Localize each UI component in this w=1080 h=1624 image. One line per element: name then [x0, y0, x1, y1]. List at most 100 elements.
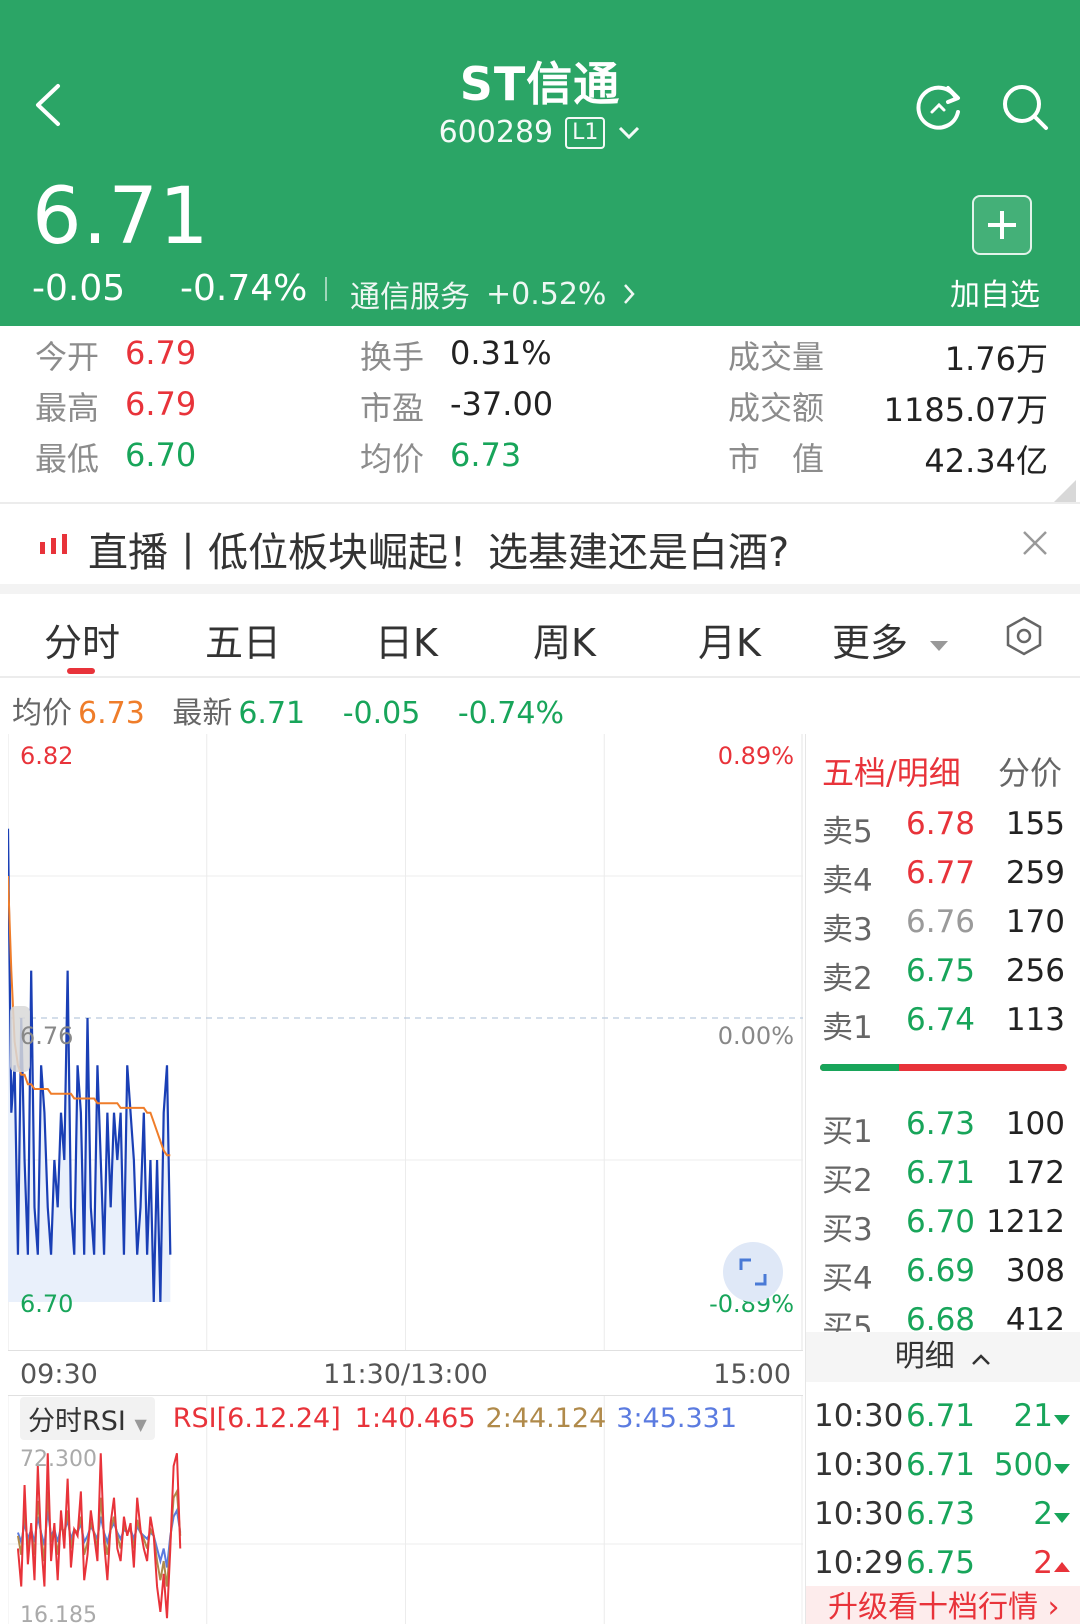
price-distribution-tab[interactable]: 分价 — [998, 748, 1062, 794]
tab-weekly-k[interactable]: 周K — [533, 612, 596, 667]
tick-time: 10:29 — [814, 1545, 904, 1581]
amount-value: 1185.07万 — [883, 391, 1048, 429]
bid-row[interactable]: 买3 6.70 1212 — [806, 1198, 1080, 1248]
search-icon[interactable] — [998, 80, 1052, 134]
tab-intraday[interactable]: 分时 — [44, 612, 120, 667]
tick-volume: 21 — [1013, 1398, 1053, 1434]
order-book: 五档/明细 分价 卖5 6.78 155 卖4 6.77 259 卖3 6.76 170 卖2 6.… — [805, 734, 1080, 1624]
bid-level: 买1 — [822, 1114, 873, 1150]
tick-volume: 2 — [1033, 1545, 1053, 1581]
y-mid-label: 6.76 — [20, 1022, 73, 1050]
open-value: 6.79 — [125, 334, 197, 372]
bid-row[interactable]: 买4 6.69 308 — [806, 1247, 1080, 1297]
bid-level: 买3 — [822, 1212, 873, 1248]
plus-icon — [988, 211, 1016, 239]
down-arrow-icon — [1054, 1415, 1070, 1425]
buy-sell-ratio-bar — [820, 1064, 1067, 1071]
bid-price: 6.70 — [906, 1204, 976, 1240]
trade-tick-row: 10:30 6.71 21 — [806, 1392, 1080, 1440]
refresh-icon[interactable] — [912, 80, 966, 134]
active-tab-indicator — [67, 668, 95, 674]
quote-panel: 今开 6.79 最高 6.79 最低 6.70 换手 0.31% 市盈 -37.… — [0, 326, 1080, 504]
rsi-header: 分时RSI ▼ RSI[6.12.24] 1:40.465 2:44.124 3… — [8, 1396, 737, 1440]
info-change: -0.05 — [342, 696, 421, 731]
bid-level: 买2 — [822, 1163, 873, 1199]
bid-volume: 172 — [1005, 1155, 1065, 1191]
turnover-value: 0.31% — [450, 334, 552, 372]
tab-daily-k[interactable]: 日K — [375, 612, 438, 667]
upgrade-level2-link[interactable]: 升级看十档行情 › — [806, 1586, 1080, 1624]
open-label: 今开 — [35, 338, 100, 376]
trade-tick-row: 10:30 6.73 2 — [806, 1490, 1080, 1538]
bid-volume: 1212 — [986, 1204, 1065, 1240]
stock-code: 600289 — [438, 115, 554, 150]
chart-info-line: 均价 6.73 最新 6.71 -0.05 -0.74% — [12, 688, 570, 732]
info-change-pct: -0.74% — [457, 696, 564, 731]
tab-more[interactable]: 更多 — [832, 612, 950, 667]
ask-volume: 259 — [1005, 855, 1065, 891]
caret-down-icon: ▼ — [134, 1414, 147, 1434]
ask-row[interactable]: 卖2 6.75 256 — [806, 947, 1080, 997]
pe-value: -37.00 — [450, 385, 554, 423]
turnover-label: 换手 — [360, 338, 425, 376]
y-max-pct-label: 0.89% — [718, 742, 794, 770]
ask-level: 卖1 — [822, 1010, 873, 1046]
chevron-up-icon — [972, 1354, 991, 1365]
bid-row[interactable]: 买1 6.73 100 — [806, 1100, 1080, 1150]
live-banner-text[interactable]: 直播丨低位板块崛起！选基建还是白酒? — [88, 520, 789, 578]
bid-price: 6.73 — [906, 1106, 976, 1142]
bid-volume: 308 — [1005, 1253, 1065, 1289]
bid-row[interactable]: 买2 6.71 172 — [806, 1149, 1080, 1199]
add-watchlist-button[interactable] — [972, 195, 1032, 255]
close-icon[interactable] — [1020, 528, 1050, 558]
upgrade-label: 升级看十档行情 — [828, 1590, 1038, 1624]
down-arrow-icon — [1054, 1513, 1070, 1523]
ask-row[interactable]: 卖3 6.76 170 — [806, 898, 1080, 948]
ask-price: 6.76 — [906, 904, 976, 940]
add-watchlist-label[interactable]: 加自选 — [950, 270, 1040, 314]
detail-label: 明细 — [894, 1339, 955, 1374]
trade-tick-row: 10:30 6.71 500 — [806, 1441, 1080, 1489]
rsi-y-top: 72.300 — [20, 1447, 97, 1472]
ask-row[interactable]: 卖4 6.77 259 — [806, 849, 1080, 899]
time-label-close: 15:00 — [713, 1359, 791, 1390]
stock-header: ST信通 600289 L1 6.71 -0.05 -0.74% 通信服务 +0… — [0, 0, 1080, 326]
ask-price: 6.78 — [906, 806, 976, 842]
ask-level: 卖4 — [822, 863, 873, 899]
order-book-tab[interactable]: 五档/明细 — [822, 748, 961, 794]
expand-corner-icon[interactable] — [1054, 480, 1076, 502]
bid-volume: 100 — [1005, 1106, 1065, 1142]
fullscreen-button[interactable] — [723, 1242, 783, 1302]
level-badge: L1 — [565, 116, 606, 149]
avg-label: 均价 — [360, 440, 425, 478]
high-label: 最高 — [35, 389, 100, 427]
ask-volume: 170 — [1005, 904, 1065, 940]
tab-five-day[interactable]: 五日 — [205, 612, 281, 667]
settings-hexagon-icon[interactable] — [1004, 616, 1044, 656]
live-signal-icon — [40, 534, 67, 554]
ask-row[interactable]: 卖1 6.74 113 — [806, 996, 1080, 1046]
pe-label: 市盈 — [360, 389, 425, 427]
mktcap-label: 市 值 — [728, 440, 825, 478]
ask-volume: 256 — [1005, 953, 1065, 989]
sector-name: 通信服务 — [350, 280, 470, 315]
y-min-label: 6.70 — [20, 1290, 73, 1318]
rsi2-value: 2:44.124 — [485, 1402, 607, 1434]
tick-price: 6.71 — [906, 1398, 976, 1434]
ask-row[interactable]: 卖5 6.78 155 — [806, 800, 1080, 850]
tick-price: 6.71 — [906, 1447, 976, 1483]
detail-toggle[interactable]: 明细 — [806, 1332, 1080, 1382]
sector-link[interactable]: 通信服务 +0.52% — [350, 272, 636, 316]
tick-time: 10:30 — [814, 1447, 904, 1483]
time-label-mid: 11:30/13:00 — [323, 1359, 488, 1390]
tick-time: 10:30 — [814, 1496, 904, 1532]
ask-level: 卖2 — [822, 961, 873, 997]
buy-ratio-fill — [820, 1064, 900, 1071]
intraday-chart[interactable]: 6.82 6.76 6.70 0.89% 0.00% -0.89% — [8, 734, 803, 1350]
tab-monthly-k[interactable]: 月K — [698, 612, 761, 667]
rsi-indicator-select[interactable]: 分时RSI ▼ — [20, 1396, 155, 1440]
tab-more-label: 更多 — [832, 621, 909, 665]
price-change: -0.05 — [32, 268, 126, 309]
low-label: 最低 — [35, 440, 100, 478]
bid-price: 6.69 — [906, 1253, 976, 1289]
